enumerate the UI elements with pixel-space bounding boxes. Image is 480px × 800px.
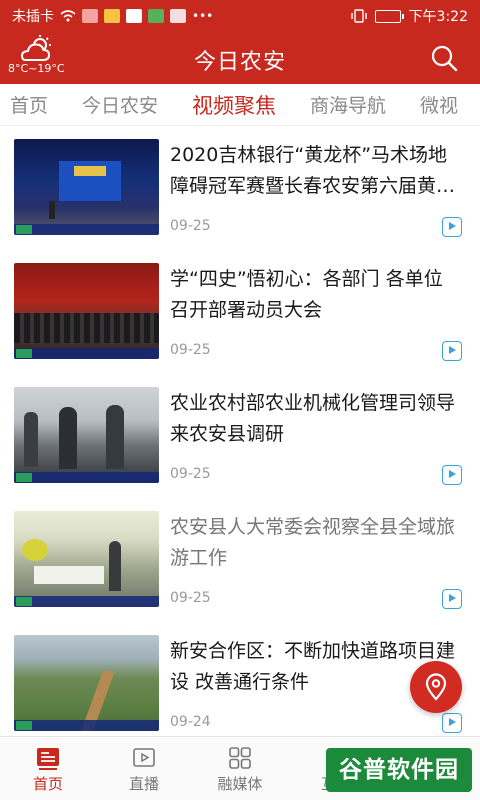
nav-media[interactable]: 融媒体 [192,737,288,800]
grid-icon [229,747,251,769]
app-notification-icon [104,9,120,23]
play-video-icon[interactable] [442,589,462,609]
nav-label: 首页 [32,775,63,793]
play-video-icon[interactable] [442,465,462,485]
status-time: 下午3:22 [408,9,468,25]
news-icon [37,748,59,770]
video-thumbnail[interactable] [14,139,159,235]
play-video-icon[interactable] [442,217,462,237]
video-thumbnail[interactable] [14,263,159,359]
app-header: 8°C~19°C 今日农安 [0,32,480,84]
location-button[interactable] [410,661,462,713]
carrier-text: 未插卡 [12,9,54,25]
app-notification-icon [126,9,142,23]
news-date: 09-25 [170,218,211,234]
app-notification-icon [148,9,164,23]
news-date: 09-24 [170,714,211,730]
news-date: 09-25 [170,342,211,358]
page-title: 今日农安 [193,50,286,75]
list-item[interactable]: 农业农村部农业机械化管理司领导来农安县调研 09-25 [0,374,480,498]
tab-today-nongan[interactable]: 今日农安 [82,91,158,118]
video-news-list: 2020吉林银行“黄龙杯”马术场地障碍冠军赛暨长春农安第六届黄龙文化节 09-2… [0,126,480,746]
tab-video-focus[interactable]: 视频聚焦 [192,90,276,120]
video-thumbnail[interactable] [14,511,159,607]
live-icon [133,748,155,767]
nav-live[interactable]: 直播 [96,737,192,800]
tab-micro-video[interactable]: 微视 [420,91,458,118]
watermark-logo: 谷普软件园 [326,748,472,792]
vibrate-icon [350,9,367,23]
play-video-icon[interactable] [442,341,462,361]
video-thumbnail[interactable] [14,635,159,731]
news-title[interactable]: 农安县人大常委会视察全县全域旅游工作 [170,512,460,574]
weibo-icon [170,9,186,23]
news-title[interactable]: 2020吉林银行“黄龙杯”马术场地障碍冠军赛暨长春农安第六届黄龙文化节 [170,140,460,202]
news-date: 09-25 [170,590,211,606]
nav-label: 直播 [128,775,159,793]
play-video-icon[interactable] [442,713,462,733]
app-notification-icon [82,9,98,23]
battery-icon [374,9,404,23]
list-item[interactable]: 新安合作区：不断加快道路项目建设 改善通行条件 09-24 [0,622,480,746]
location-pin-icon [425,673,447,701]
news-title[interactable]: 学“四史”悟初心：各部门 各单位召开部署动员大会 [170,264,460,326]
list-item[interactable]: 农安县人大常委会视察全县全域旅游工作 09-25 [0,498,480,622]
video-thumbnail[interactable] [14,387,159,483]
wifi-icon [60,10,76,22]
category-tabs: 首页 今日农安 视频聚焦 商海导航 微视 [0,84,480,126]
news-date: 09-25 [170,466,211,482]
list-item[interactable]: 学“四史”悟初心：各部门 各单位召开部署动员大会 09-25 [0,250,480,374]
list-item[interactable]: 2020吉林银行“黄龙杯”马术场地障碍冠军赛暨长春农安第六届黄龙文化节 09-2… [0,126,480,250]
nav-home[interactable]: 首页 [0,737,96,800]
tab-business-guide[interactable]: 商海导航 [310,91,386,118]
search-icon[interactable] [430,44,458,72]
more-dots-icon: ••• [192,9,214,23]
status-bar: 未插卡 ••• 下午3:22 [0,0,480,32]
tab-home[interactable]: 首页 [10,91,48,118]
news-title[interactable]: 农业农村部农业机械化管理司领导来农安县调研 [170,388,460,450]
nav-label: 融媒体 [217,775,263,793]
